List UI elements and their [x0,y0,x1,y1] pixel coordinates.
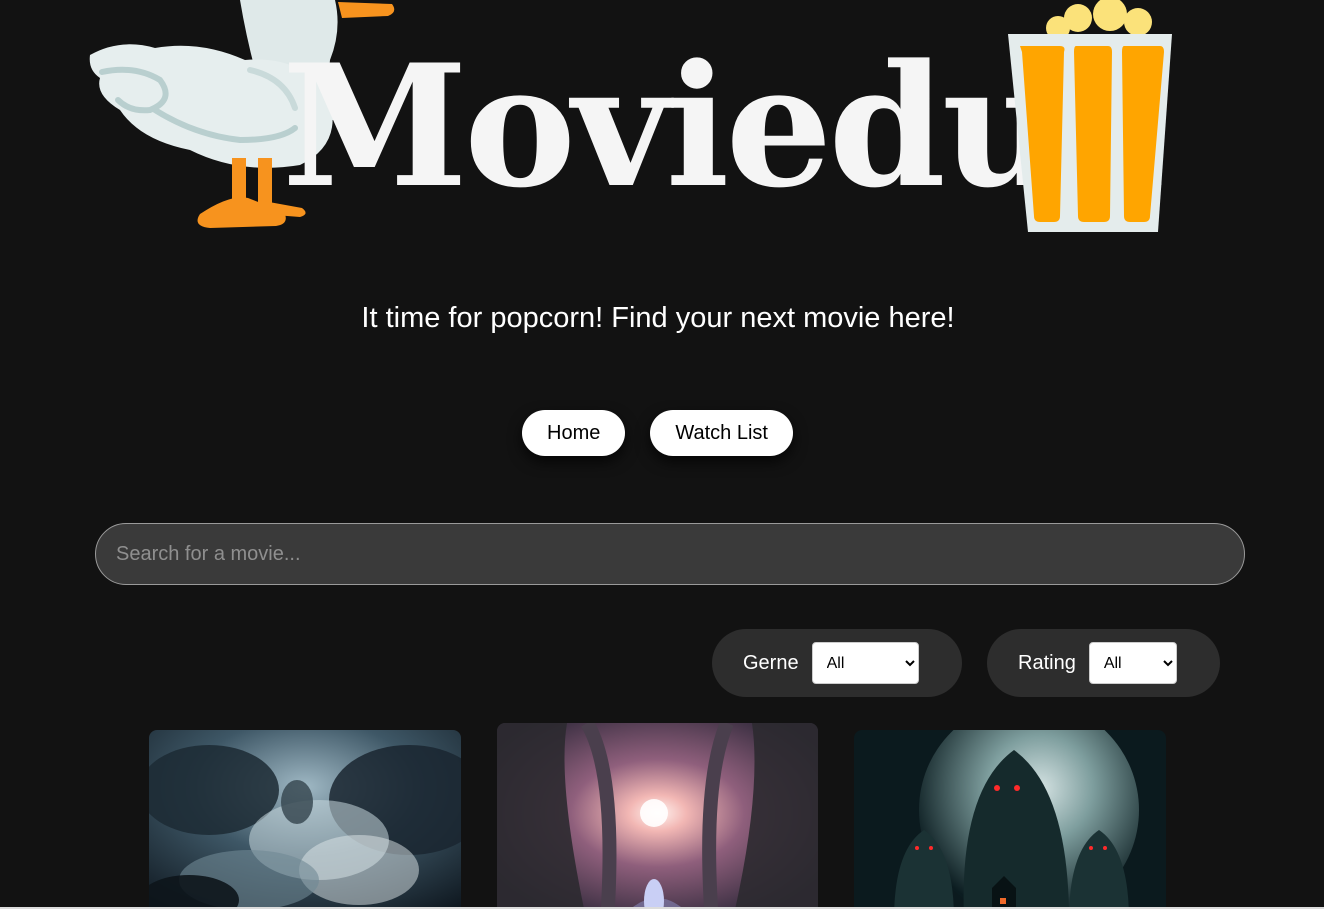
stormy-clouds-face-poster [149,730,461,909]
main-nav: Home Watch List [522,410,793,456]
genre-label: Gerne [743,651,799,674]
genre-filter: Gerne All [712,629,962,697]
home-button[interactable]: Home [522,410,626,456]
tagline: It time for popcorn! Find your next movi… [361,302,955,334]
glowing-forest-path-poster [497,723,818,909]
rating-filter: Rating All [987,629,1220,697]
search-input[interactable] [95,523,1245,585]
rating-select[interactable]: All [1088,642,1177,684]
movie-card[interactable] [149,730,461,909]
rating-label: Rating [1018,651,1076,674]
watch-list-button[interactable]: Watch List [650,410,793,456]
full-moon-ghosts-poster [854,730,1166,909]
genre-select[interactable]: All [811,642,919,684]
app-page: Moviedux It time for popcorn! Find your … [0,0,1324,909]
movie-card[interactable] [497,723,818,909]
popcorn-icon [1008,0,1172,232]
movie-card[interactable] [854,730,1166,909]
search-bar [95,523,1245,585]
logo: Moviedux [0,0,1324,250]
